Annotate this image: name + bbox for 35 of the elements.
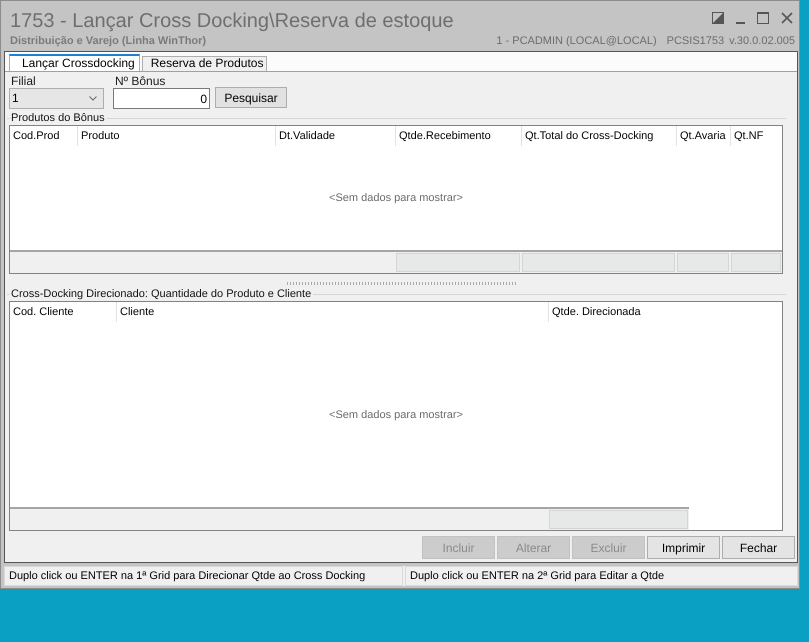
column-header[interactable]: Qtde. Direcionada	[548, 302, 689, 322]
column-header[interactable]: Cliente	[116, 302, 548, 322]
field-label: Filial	[10, 75, 37, 88]
column-header[interactable]: Qt.Avaria	[676, 126, 730, 146]
status-text: Duplo click ou ENTER na 1ª Grid para Direcionar Qtde ao Cross Docking	[4, 566, 403, 586]
action-button[interactable]: Fechar	[722, 536, 795, 559]
close-icon[interactable]	[781, 12, 793, 24]
search-button[interactable]: Pesquisar	[215, 87, 287, 108]
column-header[interactable]: Qt.NF	[730, 126, 782, 146]
program-code: PCSIS1753	[666, 35, 724, 48]
bonus-input[interactable]: 0	[113, 88, 210, 109]
status-text: Duplo click ou ENTER na 2ª Grid para Editar a Qtde	[405, 566, 798, 586]
column-header[interactable]: Qt.Total do Cross-Docking	[521, 126, 676, 146]
group-title: Produtos do Bônus	[10, 112, 106, 124]
column-header[interactable]: Cod.Prod	[10, 126, 77, 146]
group-title: Cross-Docking Direcionado: Quantidade do Produto e Cliente	[10, 288, 312, 300]
empty-message: <Sem dados para mostrar>	[329, 408, 463, 420]
splitter-grip[interactable]	[287, 282, 517, 285]
empty-message: <Sem dados para mostrar>	[329, 192, 463, 204]
half-filled-square-icon[interactable]	[712, 12, 724, 24]
column-header[interactable]: Qtde.Recebimento	[395, 126, 521, 146]
tab[interactable]: Lançar Crossdocking	[9, 54, 140, 71]
column-header[interactable]: Produto	[77, 126, 275, 146]
window-subtitle: Distribuição e Varejo (Linha WinThor)	[10, 35, 206, 48]
dropdown-field[interactable]: 1	[9, 88, 104, 109]
tab[interactable]: Reserva de Produtos	[142, 56, 268, 71]
column-header[interactable]: Dt.Validade	[275, 126, 395, 146]
action-button[interactable]: Imprimir	[647, 536, 720, 559]
chevron-down-icon	[89, 96, 97, 101]
window-title: 1753 - Lançar Cross Docking\Reserva de estoque	[10, 9, 454, 33]
session-text: 1 - PCADMIN (LOCAL@LOCAL)	[496, 35, 657, 48]
version-text: v.30.0.02.005	[729, 35, 795, 48]
maximize-icon[interactable]	[757, 12, 769, 24]
field-label: Nº Bônus	[114, 75, 166, 88]
column-header[interactable]: Cod. Cliente	[10, 302, 116, 322]
